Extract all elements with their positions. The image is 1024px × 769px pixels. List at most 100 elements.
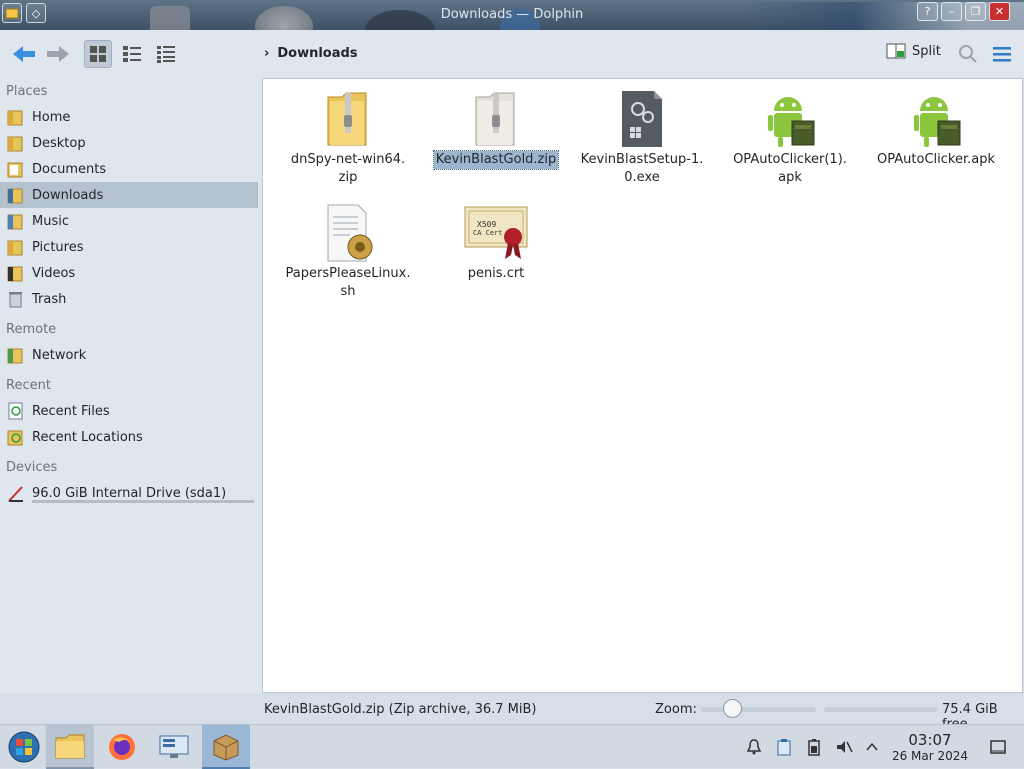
sidebar-item-label: Videos (32, 265, 76, 281)
section-recent: Recent (6, 378, 51, 393)
sidebar-item-pictures[interactable]: Pictures (0, 234, 262, 260)
sidebar-item-label: Trash (32, 291, 67, 307)
taskbar: 03:07 26 Mar 2024 (0, 724, 1024, 769)
split-button[interactable]: Split (886, 42, 941, 60)
package-icon (213, 734, 239, 761)
section-devices: Devices (6, 460, 58, 475)
file-item[interactable]: KevinBlastSetup-1. 0.exe (572, 87, 712, 187)
zoom-slider-handle[interactable] (723, 699, 742, 718)
section-places: Places (6, 84, 48, 99)
sidebar-item-documents[interactable]: Documents (0, 156, 262, 182)
show-desktop-icon[interactable] (988, 737, 1008, 757)
sidebar-item-recent-locations[interactable]: Recent Locations (0, 424, 262, 450)
sidebar-item-recent-files[interactable]: Recent Files (0, 398, 262, 424)
maximize-button[interactable]: ❐ (965, 2, 986, 21)
sidebar-item-label: Pictures (32, 239, 84, 255)
compact-view-icon (123, 46, 141, 62)
sidebar-item-label: Music (32, 213, 69, 229)
file-name: sh (340, 284, 356, 299)
split-label: Split (912, 43, 941, 59)
details-view-icon (157, 46, 175, 63)
help-button[interactable]: ? (917, 2, 938, 21)
android-package-icon (914, 97, 961, 147)
folder-icon (55, 734, 85, 759)
file-name: KevinBlastSetup-1. (580, 152, 704, 167)
taskbar-system-settings[interactable] (150, 725, 198, 769)
executable-icon (622, 91, 662, 147)
cert-text: X509 (477, 220, 496, 229)
file-name: OPAutoClicker(1). (733, 152, 847, 167)
monitor-icon (159, 735, 189, 758)
taskbar-firefox[interactable] (98, 725, 146, 769)
title-bar[interactable]: ◇ Downloads — Dolphin ? – ❐ ✕ (0, 0, 1024, 30)
sidebar-item-network[interactable]: Network (0, 342, 262, 368)
status-info: KevinBlastGold.zip (Zip archive, 36.7 Mi… (264, 702, 537, 717)
network-folder-icon (7, 348, 23, 364)
split-view-icon (886, 43, 906, 59)
start-menu-button[interactable] (0, 725, 48, 769)
file-name: OPAutoClicker.apk (877, 152, 995, 167)
minimize-button[interactable]: – (941, 2, 962, 21)
clock-date: 26 Mar 2024 (891, 749, 969, 763)
taskbar-dolphin[interactable] (46, 725, 94, 769)
file-item[interactable]: OPAutoClicker.apk (866, 87, 1006, 169)
sidebar-item-trash[interactable]: Trash (0, 286, 262, 312)
forward-button[interactable] (44, 40, 72, 68)
file-item[interactable]: X509 CA Cert penis.crt (426, 201, 566, 283)
chevron-up-icon[interactable] (862, 737, 882, 757)
breadcrumb[interactable]: › Downloads (264, 46, 358, 61)
battery-icon[interactable] (804, 737, 824, 757)
file-name: 0.exe (624, 170, 660, 185)
file-name: PapersPleaseLinux. (285, 266, 411, 281)
start-orb-icon (8, 731, 40, 763)
recent-locations-icon (7, 430, 23, 446)
compact-view-button[interactable] (118, 40, 146, 68)
pictures-folder-icon (7, 240, 23, 256)
file-item[interactable]: dnSpy-net-win64. zip (278, 87, 418, 187)
search-button[interactable] (954, 40, 982, 68)
zoom-slider-track[interactable] (701, 707, 816, 712)
sidebar-item-desktop[interactable]: Desktop (0, 130, 262, 156)
file-name: apk (778, 170, 802, 185)
clock-time: 03:07 (908, 731, 952, 749)
sidebar-item-label: Desktop (32, 135, 86, 151)
file-item[interactable]: OPAutoClicker(1). apk (720, 87, 860, 187)
menu-button[interactable] (988, 40, 1016, 68)
notifications-icon[interactable] (744, 737, 764, 757)
home-folder-icon (7, 110, 23, 126)
sidebar-item-label: Home (32, 109, 71, 125)
sidebar-item-home[interactable]: Home (0, 104, 262, 130)
music-folder-icon (7, 214, 23, 230)
clipboard-icon[interactable] (774, 737, 794, 757)
file-name: dnSpy-net-win64. (290, 152, 406, 167)
shell-script-icon (327, 204, 373, 262)
back-button[interactable] (10, 40, 38, 68)
search-icon (959, 45, 977, 63)
breadcrumb-downloads[interactable]: Downloads (277, 46, 357, 61)
file-name-selected[interactable]: KevinBlastGold.zip (432, 150, 560, 170)
chevron-right-icon: › (264, 46, 270, 61)
recent-files-icon (8, 402, 23, 420)
zip-folder-icon (327, 92, 367, 146)
desktop-folder-icon (7, 136, 23, 152)
sidebar-item-videos[interactable]: Videos (0, 260, 262, 286)
volume-muted-icon[interactable] (834, 737, 854, 757)
sidebar-item-music[interactable]: Music (0, 208, 262, 234)
details-view-button[interactable] (152, 40, 180, 68)
drive-usage-bar (32, 500, 254, 503)
clock[interactable]: 03:07 26 Mar 2024 (888, 731, 972, 763)
android-package-icon (768, 97, 815, 147)
firefox-icon (109, 734, 135, 760)
file-item[interactable]: PapersPleaseLinux. sh (278, 201, 418, 301)
icons-view-icon (90, 46, 106, 62)
file-view[interactable]: dnSpy-net-win64. zip KevinBlastGold.zip K… (262, 78, 1023, 693)
sidebar-item-downloads[interactable]: Downloads (0, 182, 258, 208)
close-button[interactable]: ✕ (989, 2, 1010, 21)
icons-view-button[interactable] (84, 40, 112, 68)
taskbar-ark[interactable] (202, 725, 250, 769)
section-remote: Remote (6, 322, 57, 337)
downloads-folder-icon (7, 188, 23, 204)
file-item[interactable]: KevinBlastGold.zip (426, 87, 566, 170)
cert-text: CA Cert (473, 229, 503, 237)
sidebar-item-label: Documents (32, 161, 107, 177)
